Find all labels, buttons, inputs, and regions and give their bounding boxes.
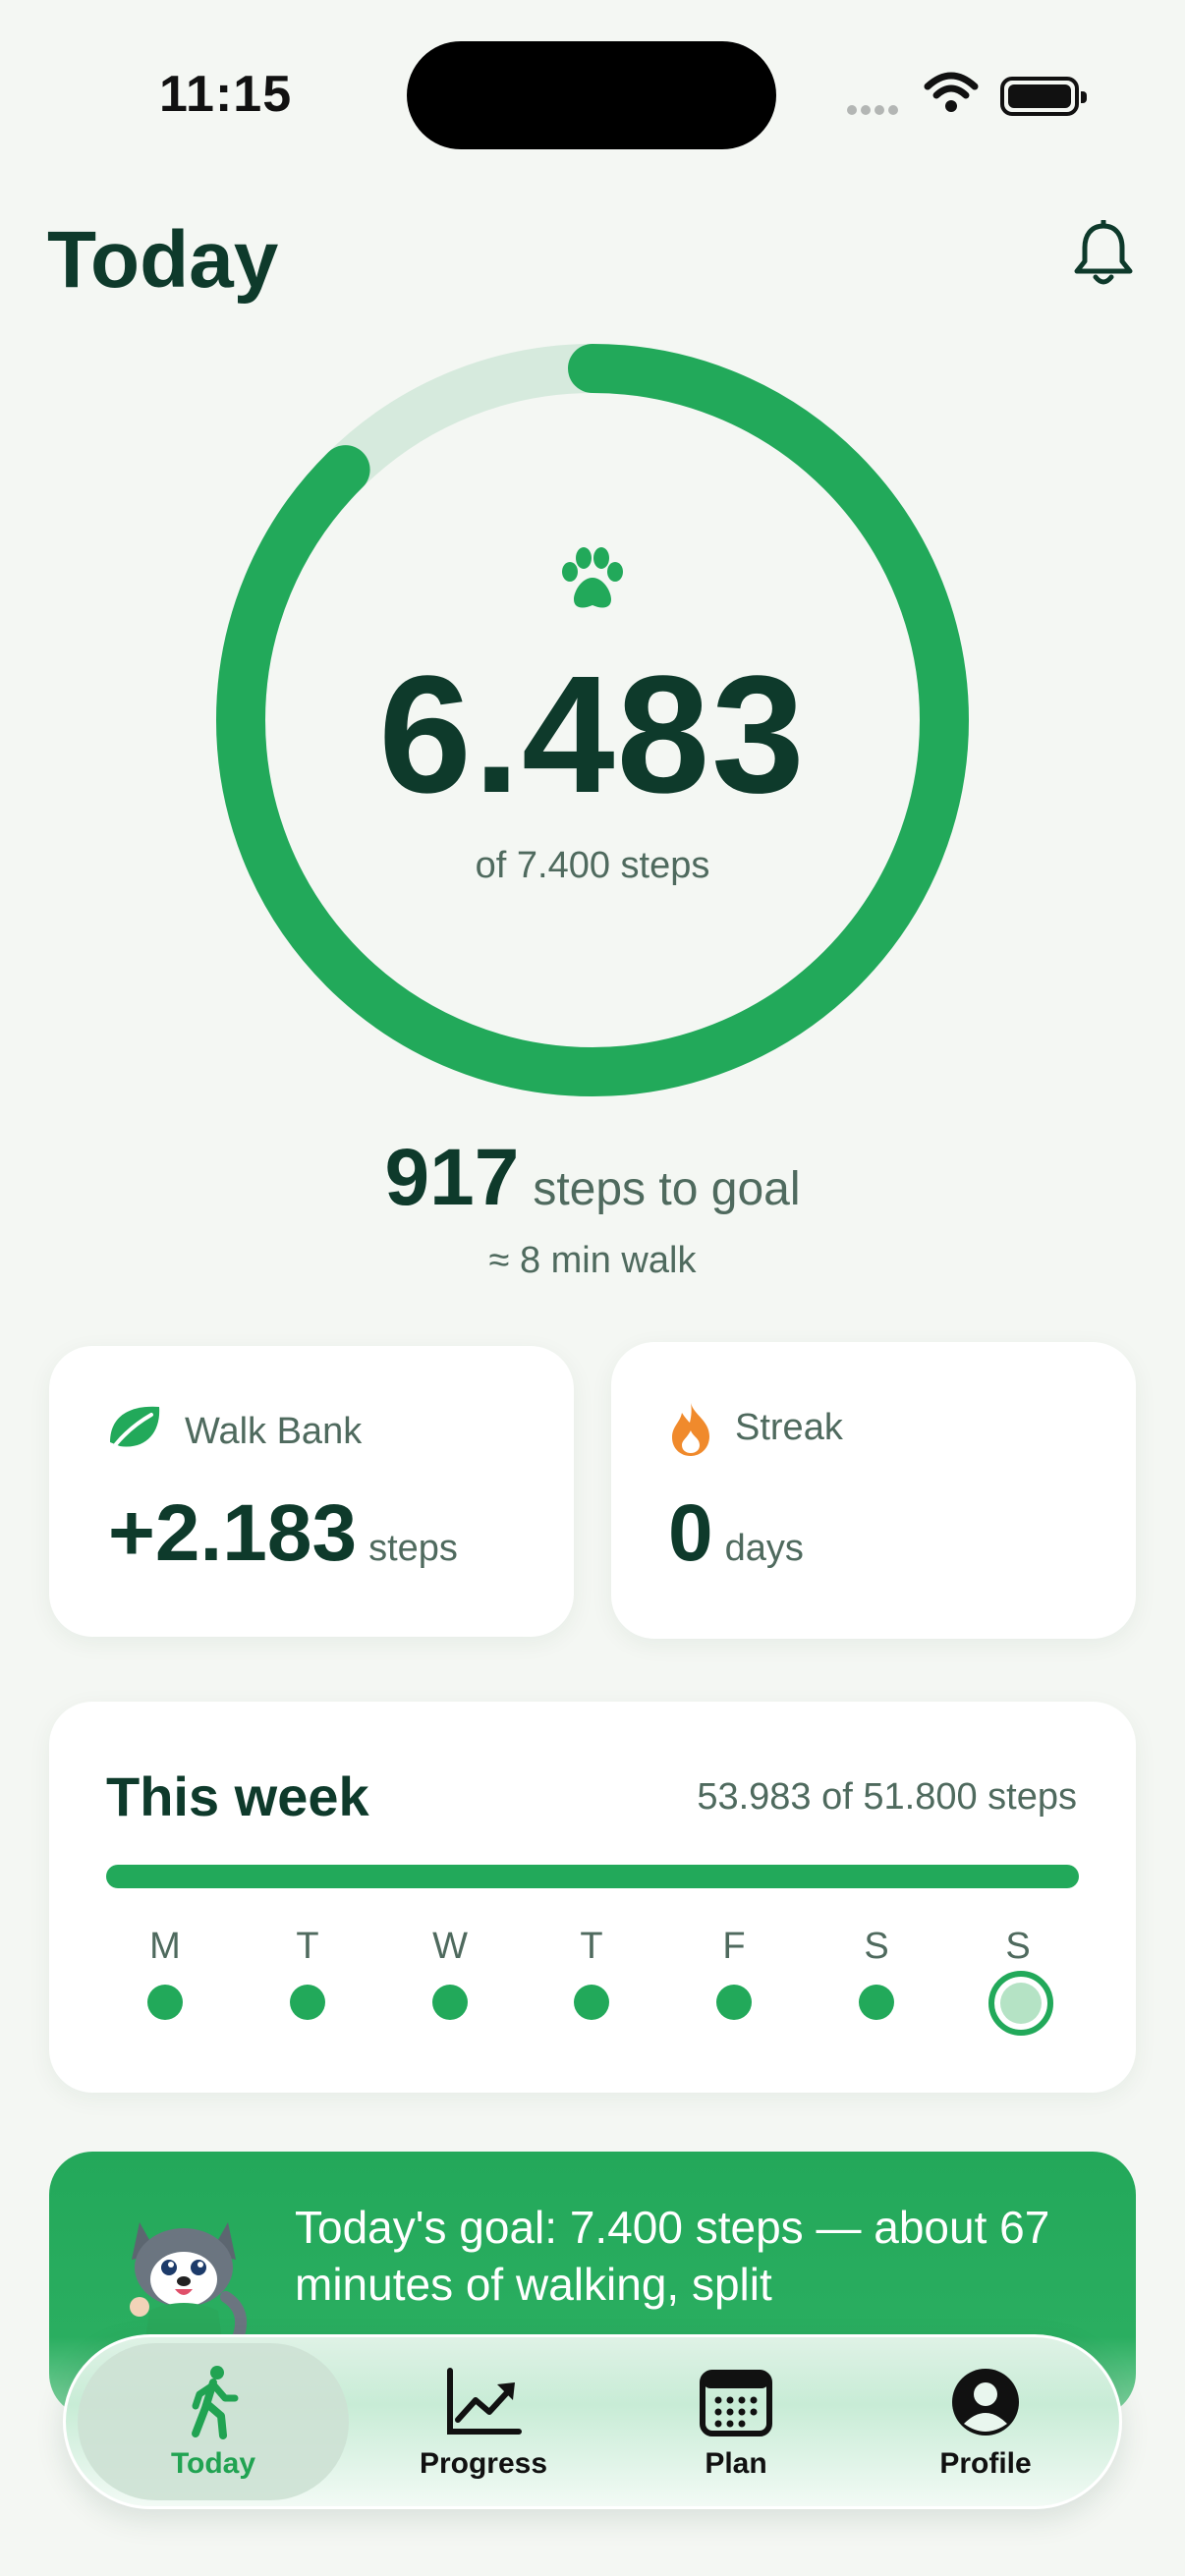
day-complete-dot — [432, 1985, 468, 2020]
walk-bank-value: +2.183 steps — [108, 1487, 458, 1580]
day-complete-dot — [290, 1985, 325, 2020]
page-title: Today — [47, 215, 279, 305]
walk-bank-label: Walk Bank — [185, 1411, 363, 1452]
calendar-icon — [700, 2370, 772, 2436]
steps-remaining-label: steps to goal — [533, 1163, 801, 1215]
tab-today-label: Today — [170, 2447, 256, 2480]
battery-icon — [1000, 77, 1087, 116]
day-wednesday: W — [421, 1926, 480, 2020]
day-label: W — [432, 1926, 468, 1967]
streak-unit: days — [724, 1528, 804, 1569]
chart-trending-up-icon — [447, 2368, 522, 2435]
streak-number: 0 — [668, 1488, 713, 1578]
day-label: F — [722, 1926, 746, 1967]
day-label: S — [864, 1926, 889, 1967]
walk-bank-number: +2.183 — [108, 1488, 358, 1578]
tab-profile-label: Profile — [939, 2447, 1032, 2480]
tab-plan-label: Plan — [705, 2447, 767, 2480]
day-complete-dot — [574, 1985, 609, 2020]
goal-tip-text: Today's goal: 7.400 steps — about 67 min… — [295, 2202, 1050, 2310]
tab-today[interactable]: Today — [78, 2343, 349, 2500]
flame-icon — [672, 1403, 709, 1456]
day-complete-dot — [859, 1985, 894, 2020]
day-complete-dot — [147, 1985, 183, 2020]
day-label: T — [296, 1926, 319, 1967]
tab-plan[interactable]: Plan — [608, 2337, 864, 2506]
day-monday: M — [136, 1926, 195, 2020]
notification-bell-icon[interactable] — [1071, 220, 1136, 289]
paw-icon — [562, 547, 623, 608]
streak-label: Streak — [735, 1407, 843, 1448]
walk-bank-card[interactable]: Walk Bank +2.183 steps — [49, 1346, 574, 1637]
day-label: T — [580, 1926, 603, 1967]
walking-person-icon — [192, 2366, 239, 2439]
dynamic-island — [407, 41, 776, 149]
walk-bank-unit: steps — [368, 1528, 458, 1569]
day-tuesday: T — [278, 1926, 337, 2020]
this-week-card[interactable]: This week 53.983 of 51.800 steps M T W T… — [49, 1702, 1136, 2093]
profile-icon — [952, 2369, 1019, 2436]
status-time: 11:15 — [159, 66, 293, 123]
day-complete-dot — [716, 1985, 752, 2020]
week-summary: 53.983 of 51.800 steps — [697, 1776, 1077, 1818]
walk-estimate: ≈ 8 min walk — [488, 1240, 697, 1281]
leaf-icon — [110, 1406, 160, 1447]
streak-card[interactable]: Streak 0 days — [611, 1342, 1136, 1639]
day-friday: F — [705, 1926, 763, 2020]
week-title: This week — [106, 1765, 369, 1827]
step-count: 6.483 — [378, 642, 807, 828]
tab-progress-label: Progress — [419, 2447, 548, 2480]
steps-remaining: 917 — [384, 1133, 520, 1222]
day-sunday: S — [988, 1926, 1053, 2036]
tab-progress[interactable]: Progress — [356, 2337, 611, 2506]
husky-mascot-icon — [130, 2222, 247, 2340]
streak-value: 0 days — [668, 1487, 804, 1580]
step-goal-label: of 7.400 steps — [475, 845, 710, 886]
day-saturday: S — [847, 1926, 906, 2020]
steps-to-goal: 917 steps to goal — [0, 1132, 1185, 1224]
wifi-icon — [924, 72, 979, 112]
day-label: M — [149, 1926, 181, 1967]
day-today-dot — [988, 1971, 1053, 2036]
tab-profile[interactable]: Profile — [858, 2337, 1113, 2506]
day-thursday: T — [562, 1926, 621, 2020]
week-progress-bar — [106, 1865, 1079, 1888]
bottom-tab-bar: Today Progress Plan Profile — [63, 2334, 1122, 2509]
cellular-signal-icon — [847, 102, 902, 120]
